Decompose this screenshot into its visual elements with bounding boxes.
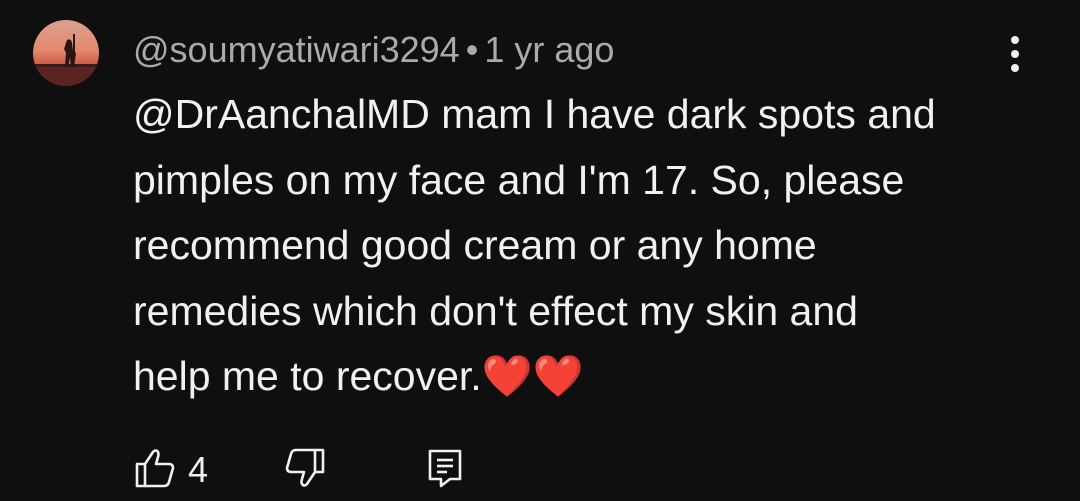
avatar[interactable] bbox=[33, 20, 99, 86]
reply-button[interactable] bbox=[423, 446, 467, 490]
like-count: 4 bbox=[188, 449, 209, 490]
comment-item: @soumyatiwari3294 • 1 yr ago @DrAanchalMD … bbox=[0, 0, 1080, 501]
author-handle[interactable]: @soumyatiwari3294 bbox=[133, 29, 460, 70]
comment-meta: @soumyatiwari3294 • 1 yr ago bbox=[133, 27, 614, 73]
thumbs-down-icon bbox=[285, 448, 325, 487]
like-button[interactable] bbox=[133, 446, 177, 490]
dislike-button[interactable] bbox=[283, 446, 327, 490]
more-vertical-icon bbox=[1011, 36, 1019, 72]
more-options-button[interactable] bbox=[995, 32, 1035, 76]
comment-text: @DrAanchalMD mam I have dark spots and p… bbox=[133, 91, 936, 399]
comment-timestamp: 1 yr ago bbox=[484, 29, 615, 70]
thumbs-up-icon bbox=[135, 449, 175, 488]
meta-separator: • bbox=[465, 29, 479, 70]
reply-comment-icon bbox=[428, 449, 462, 488]
